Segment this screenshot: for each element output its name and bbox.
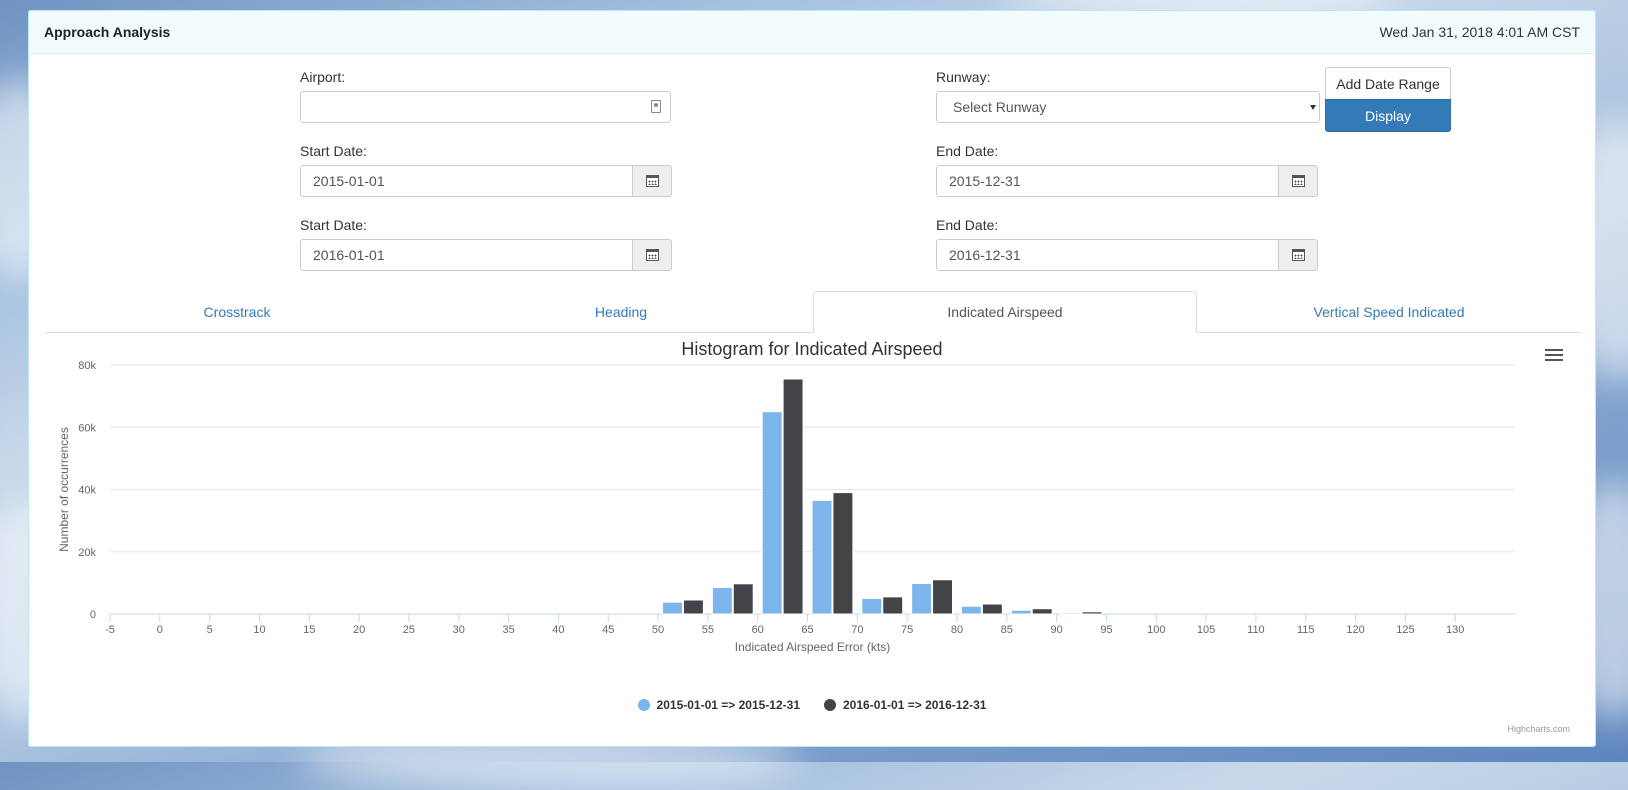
x-tick-label: 85: [1001, 624, 1013, 636]
airport-label: Airport:: [300, 69, 346, 85]
x-tick-label: 25: [403, 624, 415, 636]
x-tick-label: 110: [1247, 624, 1265, 636]
x-tick-label: 125: [1396, 624, 1414, 636]
x-tick-label: 30: [453, 624, 465, 636]
y-tick-label: 40k: [78, 485, 96, 497]
legend-label: 2016-01-01 => 2016-12-31: [843, 698, 987, 712]
x-tick-label: 130: [1446, 624, 1464, 636]
x-tick-label: 105: [1197, 624, 1215, 636]
calendar-icon: [645, 249, 659, 261]
x-tick-label: 35: [502, 624, 514, 636]
end-date-picker-2[interactable]: [1278, 239, 1318, 271]
tab-indicated-airspeed[interactable]: Indicated Airspeed: [813, 291, 1197, 333]
x-tick-label: 40: [552, 624, 564, 636]
legend-marker: [637, 699, 650, 711]
highcharts-credits[interactable]: Highcharts.com: [1507, 724, 1570, 734]
x-axis-title: Indicated Airspeed Error (kts): [735, 640, 890, 654]
chevron-down-icon: [1310, 105, 1316, 110]
runway-label: Runway:: [936, 69, 991, 85]
histogram-bar: [811, 499, 833, 615]
airport-input[interactable]: [300, 91, 671, 123]
x-tick-label: 80: [951, 624, 963, 636]
end-date-label-2: End Date:: [936, 217, 999, 233]
contact-card-icon: [651, 100, 661, 113]
x-tick-label: 10: [253, 624, 265, 636]
histogram-bar: [1010, 609, 1032, 615]
histogram-bar: [1031, 608, 1053, 615]
chart-title: Histogram for Indicated Airspeed: [681, 339, 943, 359]
histogram-bar: [832, 492, 854, 615]
legend-item-2016[interactable]: 2016-01-01 => 2016-12-31: [824, 698, 986, 712]
y-tick-label: 0: [90, 609, 96, 621]
tab-crosstrack[interactable]: Crosstrack: [45, 291, 429, 332]
end-date-input-1[interactable]: 2015-12-31: [936, 165, 1280, 197]
display-button[interactable]: Display: [1325, 99, 1451, 132]
calendar-icon: [1291, 249, 1305, 261]
calendar-icon: [645, 175, 659, 187]
x-tick-label: 70: [851, 624, 863, 636]
end-date-label-1: End Date:: [936, 143, 999, 159]
start-date-label-1: Start Date:: [300, 143, 367, 159]
histogram-bar: [782, 378, 804, 615]
x-tick-label: 115: [1297, 624, 1315, 636]
histogram-bar: [861, 597, 883, 615]
x-tick-label: 5: [207, 624, 213, 636]
x-tick-label: 45: [602, 624, 614, 636]
tab-heading[interactable]: Heading: [429, 291, 813, 332]
chart-menu-button[interactable]: [1545, 347, 1563, 363]
start-date-picker-1[interactable]: [632, 165, 672, 197]
y-tick-label: 80k: [78, 360, 96, 372]
histogram-bar: [882, 596, 904, 615]
x-tick-label: 50: [652, 624, 664, 636]
histogram-bar: [1060, 612, 1082, 615]
x-tick-label: 100: [1147, 624, 1165, 636]
add-date-range-button[interactable]: Add Date Range: [1325, 67, 1451, 100]
legend-marker: [824, 699, 836, 711]
panel-title: Approach Analysis: [44, 24, 171, 40]
hamburger-icon: [1545, 349, 1563, 351]
chart-tabs: Crosstrack Heading Indicated Airspeed Ve…: [45, 291, 1581, 333]
start-date-input-2[interactable]: 2016-01-01: [300, 239, 634, 271]
tab-vertical-speed-indicated[interactable]: Vertical Speed Indicated: [1197, 291, 1581, 332]
panel-header: Approach Analysis Wed Jan 31, 2018 4:01 …: [29, 11, 1595, 54]
y-axis-title: Number of occurrences: [57, 427, 71, 552]
start-date-label-2: Start Date:: [300, 217, 367, 233]
x-tick-label: -5: [105, 624, 115, 636]
histogram-bar: [960, 605, 982, 615]
x-tick-label: 65: [801, 624, 813, 636]
end-date-input-2[interactable]: 2016-12-31: [936, 239, 1280, 271]
current-datetime: Wed Jan 31, 2018 4:01 AM CST: [1379, 24, 1580, 40]
y-tick-label: 20k: [78, 547, 96, 559]
start-date-input-1[interactable]: 2015-01-01: [300, 165, 634, 197]
histogram-bar: [932, 579, 954, 615]
x-tick-label: 75: [901, 624, 913, 636]
runway-select[interactable]: Select Runway: [936, 91, 1320, 123]
x-tick-label: 120: [1346, 624, 1364, 636]
x-tick-label: 90: [1051, 624, 1063, 636]
calendar-icon: [1291, 175, 1305, 187]
histogram-bar: [981, 603, 1003, 615]
runway-select-value: Select Runway: [953, 99, 1047, 115]
legend-label: 2015-01-01 => 2015-12-31: [656, 698, 800, 712]
start-date-picker-2[interactable]: [632, 239, 672, 271]
histogram-bar: [662, 601, 683, 615]
legend-item-2015[interactable]: 2015-01-01 => 2015-12-31: [637, 698, 800, 712]
histogram-bar: [732, 583, 754, 615]
histogram-bar: [711, 587, 733, 615]
histogram-bar: [1081, 611, 1103, 615]
x-tick-label: 0: [157, 624, 163, 636]
x-tick-label: 95: [1100, 624, 1112, 636]
chart-legend: 2015-01-01 => 2015-12-31 2016-01-01 => 2…: [29, 698, 1595, 712]
end-date-picker-1[interactable]: [1278, 165, 1318, 197]
x-tick-label: 60: [752, 624, 764, 636]
x-tick-label: 55: [702, 624, 714, 636]
approach-analysis-panel: Approach Analysis Wed Jan 31, 2018 4:01 …: [28, 10, 1596, 747]
histogram-bar: [911, 582, 933, 615]
x-tick-label: 20: [353, 624, 365, 636]
y-tick-label: 60k: [78, 422, 96, 434]
histogram-bar: [682, 599, 704, 615]
histogram-bar: [761, 411, 783, 615]
x-tick-label: 15: [303, 624, 315, 636]
